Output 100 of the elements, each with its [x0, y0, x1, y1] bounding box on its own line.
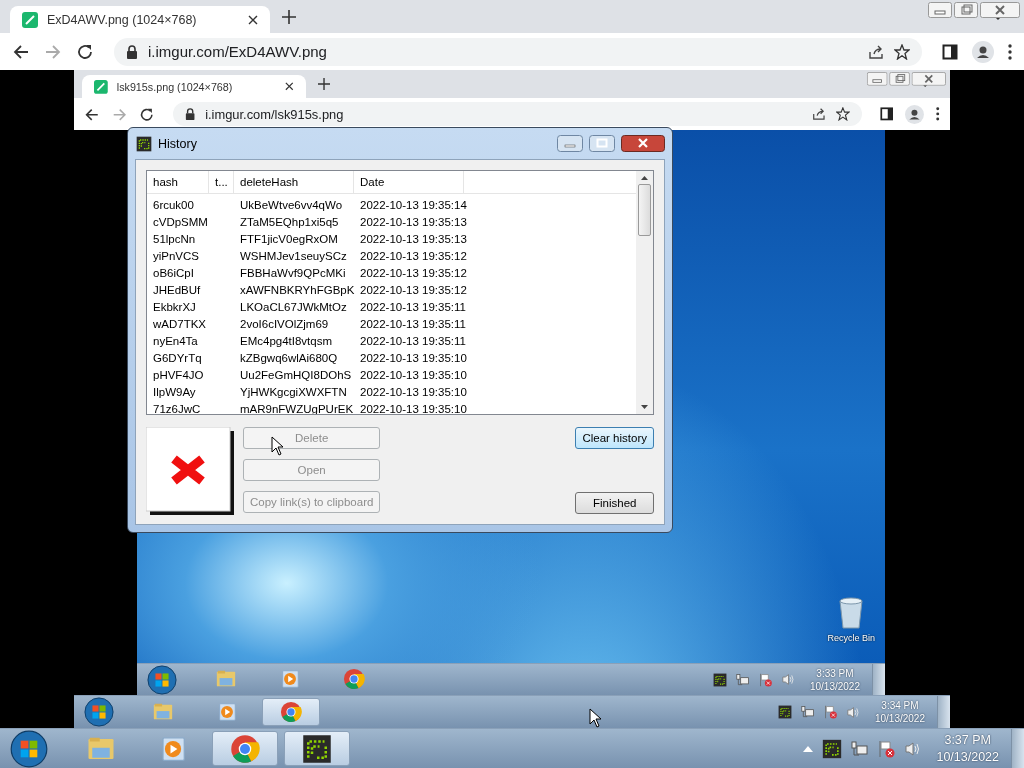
history-row[interactable]: JHEdBUf xAWFNBKRYhFGBpK 2022-10-13 19:35:12 — [147, 281, 636, 298]
speaker-icon[interactable] — [905, 740, 922, 757]
show-desktop-button[interactable] — [872, 664, 885, 695]
browser-tab[interactable]: ExD4AWV.png (1024×768) — [10, 6, 270, 33]
star-icon[interactable] — [894, 43, 910, 60]
table-cell: Uu2FeGmHQI8DOhS — [240, 368, 352, 381]
chrome-icon — [343, 668, 365, 691]
cursor-icon — [271, 436, 284, 456]
history-row[interactable]: IlpW9Ay YjHWKgcgiXWXFTN 2022-10-13 19:35:10 — [147, 383, 636, 400]
clock-date: 10/13/2022 — [936, 748, 999, 765]
history-row[interactable]: wAD7TKX 2voI6cIVOlZjm69 2022-10-13 19:35:11 — [147, 315, 636, 332]
network-icon[interactable] — [800, 705, 815, 719]
scrollbar[interactable] — [636, 171, 653, 414]
table-cell: FBBHaWvf9QPcMKi — [240, 266, 346, 279]
menu-icon[interactable] — [936, 107, 940, 122]
new-tab-icon[interactable] — [282, 9, 296, 24]
close-tab-icon[interactable] — [285, 82, 294, 92]
history-row[interactable]: G6DYrTq kZBgwq6wlAi680Q 2022-10-13 19:35:10 — [147, 349, 636, 366]
back-icon[interactable] — [84, 106, 100, 122]
greenshot-icon — [777, 705, 792, 719]
favicon-icon — [94, 79, 108, 94]
menu-icon[interactable] — [1008, 43, 1012, 60]
history-row[interactable]: pHVF4JO Uu2FeGmHQI8DOhS 2022-10-13 19:35:10 — [147, 366, 636, 383]
minimize-button[interactable] — [557, 135, 583, 152]
column-header[interactable]: Date — [354, 171, 464, 193]
scroll-up-icon[interactable] — [641, 176, 648, 180]
scroll-down-icon[interactable] — [641, 405, 648, 409]
side-panel-icon[interactable] — [942, 43, 958, 60]
action-button[interactable]: Finished — [575, 492, 654, 514]
close-tab-icon[interactable] — [248, 14, 258, 25]
address-bar[interactable]: i.imgur.com/lsk915s.png — [172, 102, 862, 127]
network-icon[interactable] — [735, 672, 750, 687]
table-cell: 2022-10-13 19:35:14 — [360, 198, 467, 211]
media-player-icon — [216, 701, 238, 723]
table-cell: yiPnVCS — [153, 249, 200, 262]
table-cell: 2022-10-13 19:35:10 — [360, 351, 467, 364]
minimize-button[interactable] — [928, 2, 952, 18]
history-row[interactable]: 6rcuk00 UkBeWtve6vv4qWo 2022-10-13 19:35:14 — [147, 196, 636, 213]
table-cell: EMc4pg4tI8vtqsm — [240, 334, 333, 347]
action-button[interactable]: Clear history — [575, 427, 654, 449]
close-button[interactable] — [980, 2, 1020, 18]
side-panel-icon[interactable] — [879, 107, 894, 122]
table-cell: 2022-10-13 19:35:11 — [360, 317, 466, 330]
table-cell: nyEn4Ta — [153, 334, 198, 347]
table-cell: 2022-10-13 19:35:12 — [360, 249, 467, 262]
url-text: i.imgur.com/ExD4AWV.png — [148, 43, 327, 60]
network-icon[interactable] — [851, 739, 870, 758]
column-header[interactable]: t... — [209, 171, 234, 193]
close-button[interactable] — [911, 72, 946, 86]
browser-tab[interactable]: lsk915s.png (1024×768) — [82, 75, 306, 99]
history-row[interactable]: EkbkrXJ LKOaCL67JWkMtOz 2022-10-13 19:35:11 — [147, 298, 636, 315]
history-row[interactable]: yiPnVCS WSHMJev1seuySCz 2022-10-13 19:35:12 — [147, 247, 636, 264]
recycle-bin-icon[interactable] — [837, 595, 866, 629]
back-icon[interactable] — [12, 42, 30, 61]
star-icon[interactable] — [835, 107, 850, 122]
column-header[interactable]: hash — [147, 171, 209, 193]
new-tab-icon[interactable] — [317, 78, 330, 91]
table-cell: 2022-10-13 19:35:10 — [360, 385, 467, 398]
table-cell: 2022-10-13 19:35:11 — [360, 300, 466, 313]
history-row[interactable]: nyEn4Ta EMc4pg4tI8vtqsm 2022-10-13 19:35:11 — [147, 332, 636, 349]
history-row[interactable]: oB6iCpI FBBHaWvf9QPcMKi 2022-10-13 19:35:12 — [147, 264, 636, 281]
profile-avatar[interactable] — [905, 104, 925, 124]
speaker-icon[interactable] — [846, 705, 860, 719]
greenshot-icon — [136, 135, 152, 152]
show-desktop-button[interactable] — [1011, 729, 1024, 768]
column-header[interactable]: deleteHash — [234, 171, 354, 193]
table-cell: LKOaCL67JWkMtOz — [240, 300, 347, 313]
share-icon[interactable] — [868, 43, 884, 60]
scrollbar-thumb[interactable] — [638, 184, 651, 236]
history-row[interactable]: 71z6JwC mAR9nFWZUgPUrEK 2022-10-13 19:35:10 — [147, 400, 636, 414]
clock-date: 10/13/2022 — [874, 712, 925, 725]
table-cell: wAD7TKX — [153, 317, 207, 330]
taskbar-button[interactable] — [284, 730, 350, 767]
speaker-icon[interactable] — [781, 673, 795, 686]
start-button[interactable] — [147, 664, 177, 695]
table-cell: 51lpcNn — [153, 232, 196, 245]
start-button[interactable] — [84, 697, 114, 727]
share-icon[interactable] — [812, 107, 826, 122]
reload-icon[interactable] — [139, 106, 155, 122]
flag-error-icon[interactable] — [758, 672, 773, 687]
flag-error-icon[interactable] — [823, 705, 838, 719]
restore-button[interactable] — [954, 2, 978, 18]
history-row[interactable]: 51lpcNn FTF1jicV0egRxOM 2022-10-13 19:35:13 — [147, 230, 636, 247]
table-cell: kZBgwq6wlAi680Q — [240, 351, 338, 364]
table-cell: xAWFNBKRYhFGBpK — [240, 283, 355, 296]
show-desktop-button[interactable] — [937, 696, 950, 728]
reload-icon[interactable] — [76, 42, 94, 61]
table-cell: UkBeWtve6vv4qWo — [240, 198, 343, 211]
start-button[interactable] — [10, 729, 48, 768]
restore-button[interactable] — [889, 72, 910, 86]
table-cell: 2022-10-13 19:35:12 — [360, 266, 467, 279]
history-row[interactable]: cVDpSMM ZTaM5EQhp1xi5q5 2022-10-13 19:35:13 — [147, 213, 636, 230]
chrome-icon — [230, 733, 260, 764]
close-button[interactable] — [621, 135, 665, 152]
maximize-button[interactable] — [589, 135, 615, 152]
minimize-button[interactable] — [866, 72, 888, 86]
profile-avatar[interactable] — [972, 40, 994, 63]
show-hidden-icons-button[interactable] — [803, 745, 814, 752]
address-bar[interactable]: i.imgur.com/ExD4AWV.png — [114, 37, 922, 66]
flag-error-icon[interactable] — [878, 739, 897, 758]
